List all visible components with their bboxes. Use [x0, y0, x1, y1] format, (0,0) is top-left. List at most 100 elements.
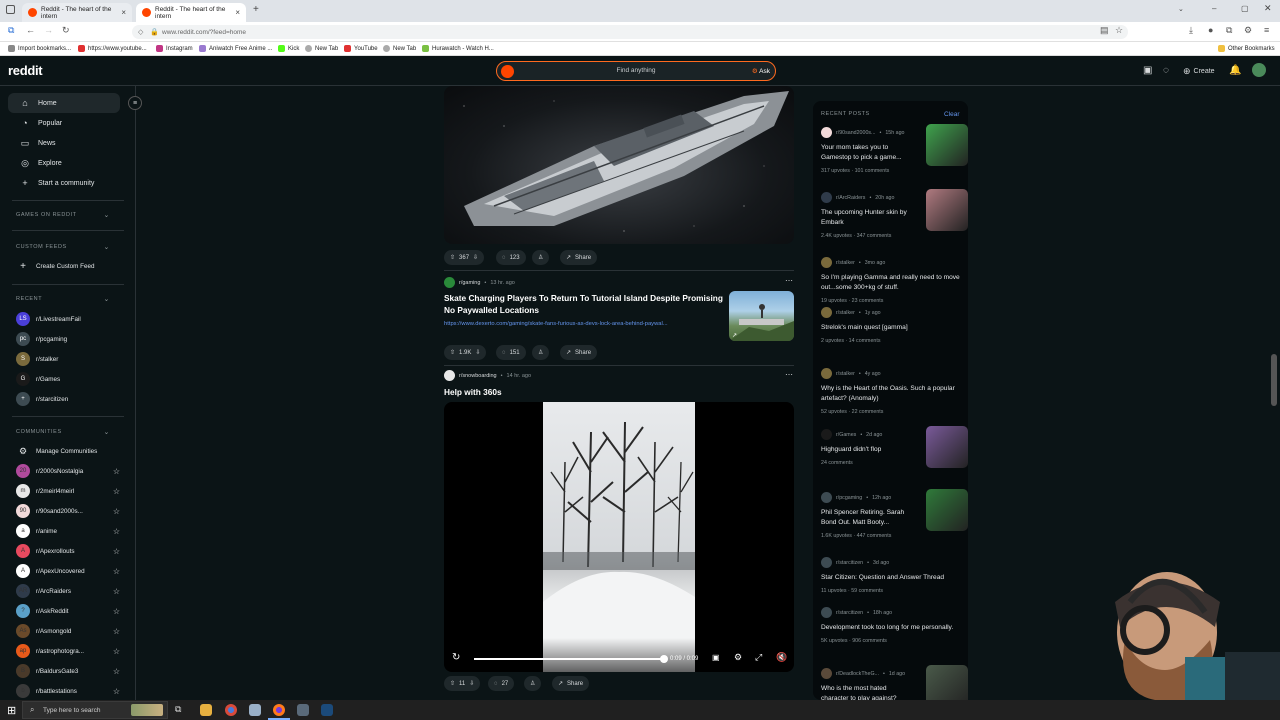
nav-home[interactable]: ⌂ Home: [8, 93, 120, 113]
sidebar-toggle-icon[interactable]: [6, 5, 15, 14]
favorite-star-icon[interactable]: ☆: [113, 667, 120, 676]
app-icon[interactable]: [249, 704, 261, 716]
video-progress-knob[interactable]: [660, 655, 668, 663]
more-options-icon[interactable]: ⋯: [785, 370, 793, 379]
recent-post[interactable]: r/DeadlockTheG... • 1d ago Who is the most …: [821, 665, 968, 707]
video-progress-track[interactable]: [474, 655, 668, 663]
games-section-header[interactable]: GAMES ON REDDIT ⌄: [16, 212, 110, 219]
favorite-star-icon[interactable]: ☆: [113, 467, 120, 476]
community-item[interactable]: ? r/AskReddit ☆: [16, 602, 120, 620]
nav-start-community[interactable]: + Start a community: [8, 173, 120, 193]
community-item[interactable]: Ar/Apexrollouts ☆: [16, 542, 120, 560]
share-button[interactable]: ↗ Share: [560, 250, 598, 265]
bookmark-youtube[interactable]: https://www.youtube...: [78, 45, 147, 52]
create-custom-feed[interactable]: + Create Custom Feed: [16, 257, 120, 275]
new-tab-button[interactable]: +: [253, 4, 259, 15]
recent-post[interactable]: r/starcitizen • 18h ago Development took to…: [821, 607, 961, 644]
post-title[interactable]: Help with 360s: [444, 386, 502, 398]
nav-news[interactable]: ▭ News: [8, 133, 120, 153]
favorite-star-icon[interactable]: ☆: [113, 547, 120, 556]
menu-icon[interactable]: ≡: [1264, 25, 1269, 35]
bookmark-aniwatch[interactable]: Aniwatch Free Anime ...: [199, 45, 272, 52]
downvote-icon[interactable]: ⇩: [473, 254, 478, 261]
bookmark-new-tab[interactable]: New Tab: [305, 45, 338, 52]
minimize-button[interactable]: –: [1212, 4, 1216, 13]
community-item[interactable]: As r/Asmongold ☆: [16, 622, 120, 640]
recent-post-thumbnail[interactable]: [926, 189, 968, 231]
recent-subreddit[interactable]: + r/starcitizen: [16, 390, 120, 408]
forward-icon[interactable]: →: [44, 25, 53, 35]
close-tab-icon[interactable]: ×: [121, 8, 126, 17]
search-bar[interactable]: Find anything ⚙ Ask: [496, 61, 776, 81]
downloads-icon[interactable]: ⤓: [1189, 25, 1193, 36]
post-image-spaceship[interactable]: [444, 86, 794, 244]
community-item[interactable]: 90 r/90sand2000s... ☆: [16, 502, 120, 520]
recent-post[interactable]: r/stalker • 4y ago Why is the Heart of the …: [821, 368, 961, 415]
community-item[interactable]: b r/battlestations ☆: [16, 682, 120, 700]
steam-icon[interactable]: [321, 704, 333, 716]
award-button[interactable]: ♙: [532, 250, 550, 265]
bookmark-kick[interactable]: Kick: [278, 45, 299, 52]
chrome-icon[interactable]: [225, 704, 237, 716]
recent-post-thumbnail[interactable]: [926, 124, 968, 166]
extension-icon[interactable]: ⧉: [1226, 25, 1232, 36]
nav-explore[interactable]: ◎ Explore: [8, 153, 120, 173]
custom-feeds-header[interactable]: CUSTOM FEEDS ⌄: [16, 244, 110, 251]
share-button[interactable]: ↗ Share: [552, 676, 590, 691]
bookmark-hurawatch[interactable]: Hurawatch - Watch H...: [422, 45, 494, 52]
nav-popular[interactable]: ◔ Popular: [8, 113, 120, 133]
task-view-icon[interactable]: ⧉: [175, 704, 181, 715]
post-title[interactable]: Skate Charging Players To Return To Tuto…: [444, 292, 726, 316]
recent-post[interactable]: r/90sand2000s... • 15h ago Your mom takes y…: [821, 124, 968, 174]
favorite-star-icon[interactable]: ☆: [113, 607, 120, 616]
windows-start-icon[interactable]: ⊞: [7, 704, 16, 717]
manage-communities[interactable]: ⚙ Manage Communities: [16, 442, 120, 460]
notification-bell-icon[interactable]: 🔔: [1229, 65, 1241, 76]
award-button[interactable]: ♙: [524, 676, 542, 691]
tab-list-chevron-icon[interactable]: ⌄: [1178, 5, 1184, 13]
recent-post-thumbnail[interactable]: [926, 489, 968, 531]
comments-button[interactable]: ◌ 151: [496, 345, 526, 360]
account-icon[interactable]: ●: [1208, 25, 1213, 35]
post-thumbnail[interactable]: ↗: [729, 291, 794, 341]
settings-icon[interactable]: ⚙: [734, 652, 742, 663]
user-avatar[interactable]: [1252, 63, 1266, 77]
video-player[interactable]: ↻ 0:09 / 0:09 ▣ ⚙ ⤢ 🔇: [444, 402, 794, 672]
clear-button[interactable]: Clear: [944, 111, 960, 118]
collapse-sidebar-button[interactable]: ≡: [128, 96, 142, 110]
favorite-star-icon[interactable]: ☆: [113, 587, 120, 596]
upvote-icon[interactable]: ⇧: [450, 254, 455, 261]
favorite-star-icon[interactable]: ☆: [113, 487, 120, 496]
recent-post[interactable]: r/starcitizen • 3d ago Star Citizen: Questi…: [821, 557, 961, 594]
favorite-star-icon[interactable]: ☆: [113, 687, 120, 696]
recent-subreddit[interactable]: pc r/pcgaming: [16, 330, 120, 348]
recent-post[interactable]: r/Games • 2d ago Highguard didn't flop 24 co…: [821, 426, 968, 468]
bookmark-star-icon[interactable]: ☆: [1115, 25, 1123, 36]
award-button[interactable]: ♙: [532, 345, 550, 360]
page-scrollbar[interactable]: [1271, 354, 1277, 406]
reddit-logo[interactable]: reddit: [8, 63, 43, 78]
bookmark-new-tab-2[interactable]: New Tab: [383, 45, 416, 52]
community-item[interactable]: Br/BaldursGate3 ☆: [16, 662, 120, 680]
browser-tab[interactable]: Reddit - The heart of the intern ×: [22, 3, 132, 22]
ads-icon[interactable]: ▣: [1143, 65, 1152, 76]
maximize-button[interactable]: ▢: [1241, 4, 1249, 13]
fullscreen-icon[interactable]: ⤢: [755, 652, 762, 663]
subreddit-avatar[interactable]: [444, 370, 455, 381]
other-bookmarks[interactable]: Other Bookmarks: [1218, 45, 1275, 52]
favorite-star-icon[interactable]: ☆: [113, 527, 120, 536]
subreddit-name[interactable]: r/snowboarding: [459, 373, 497, 379]
community-item[interactable]: Ar/ApexUncovered ☆: [16, 562, 120, 580]
favorite-star-icon[interactable]: ☆: [113, 647, 120, 656]
bookmark-import[interactable]: Import bookmarks...: [8, 45, 71, 52]
bookmark-youtube-2[interactable]: YouTube: [344, 45, 378, 52]
create-button[interactable]: ⊕ Create: [1183, 66, 1215, 77]
more-options-icon[interactable]: ⋯: [785, 276, 793, 285]
url-field[interactable]: ◇ 🔒 www.reddit.com/?feed=home: [132, 25, 1128, 39]
file-explorer-icon[interactable]: [200, 704, 212, 716]
community-item[interactable]: AR r/ArcRaiders ☆: [16, 582, 120, 600]
recent-post[interactable]: r/stalker • 3mo ago So I'm playing Gamma an…: [821, 257, 961, 304]
upvote-icon[interactable]: ⇧: [450, 349, 455, 356]
community-item[interactable]: 20 r/2000sNostalgia ☆: [16, 462, 120, 480]
recent-post[interactable]: r/stalker • 1y ago Strelok's main quest [ga…: [821, 307, 961, 344]
